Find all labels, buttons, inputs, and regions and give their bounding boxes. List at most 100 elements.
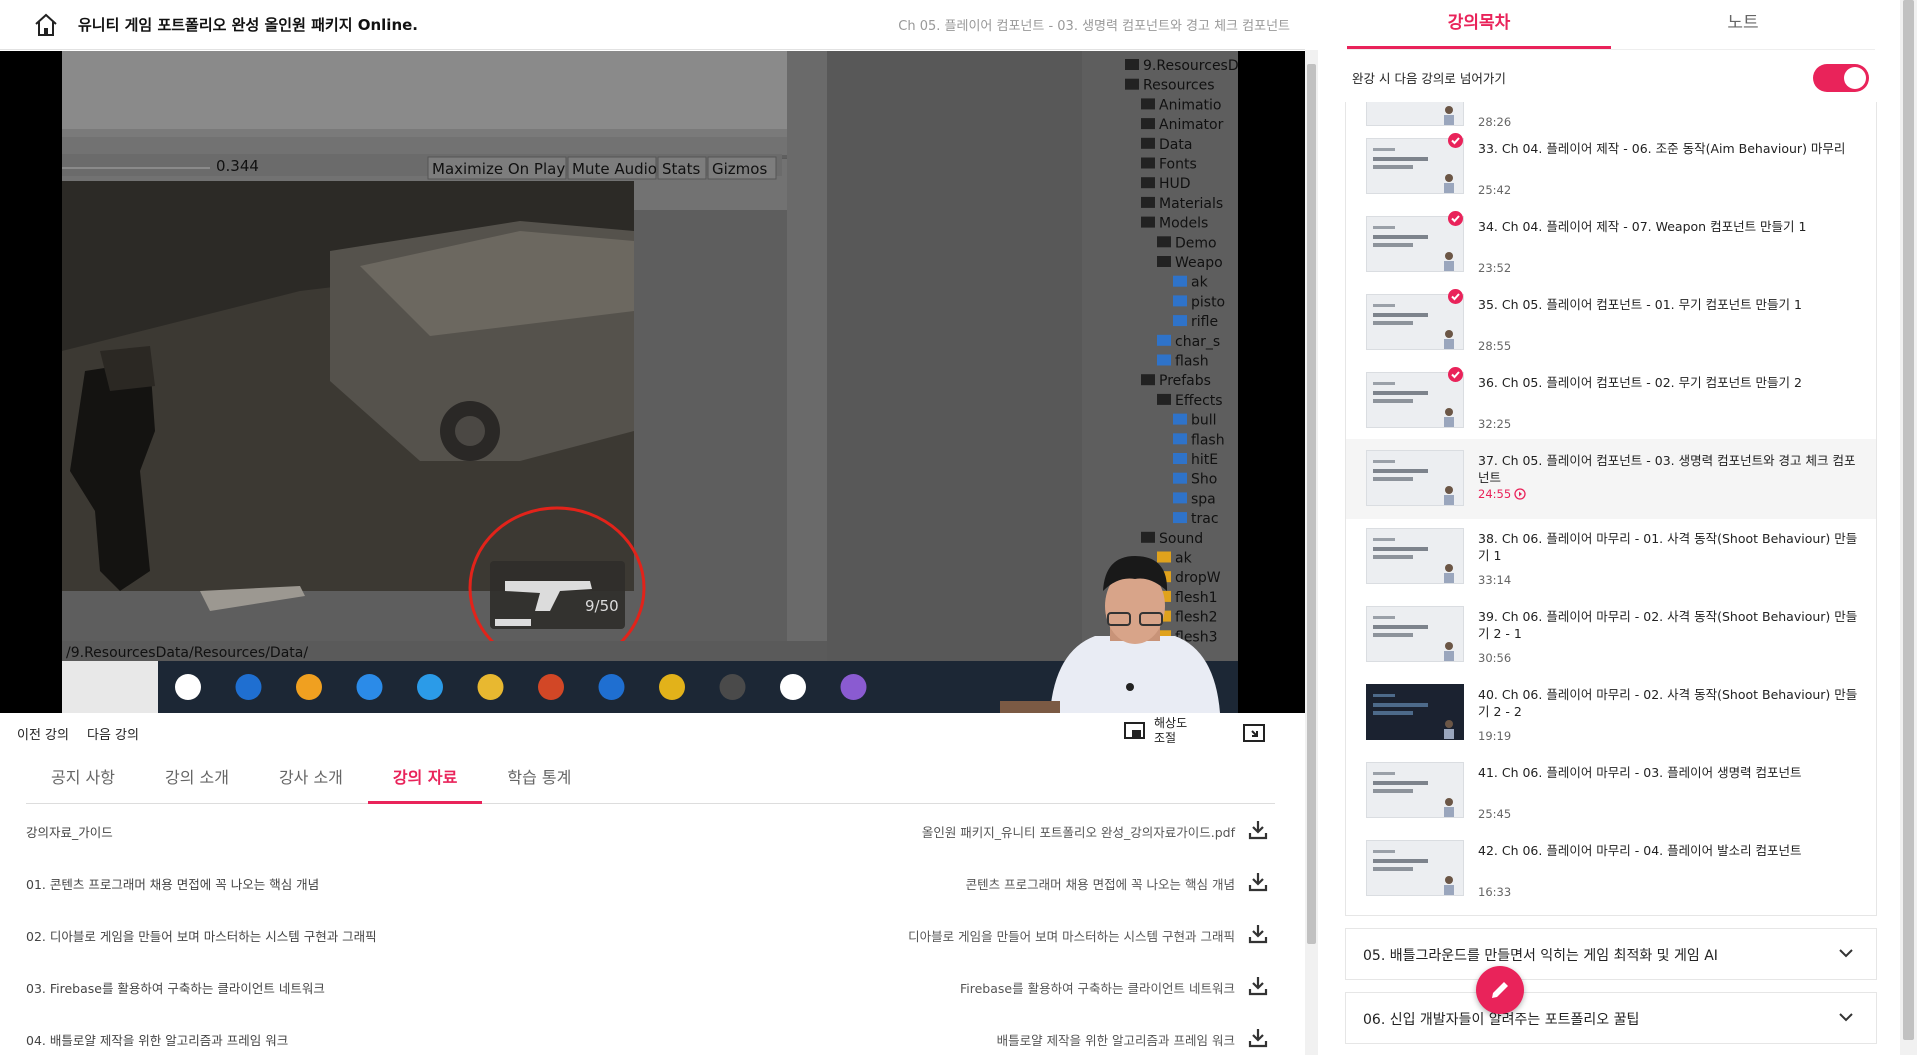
- lecture-duration: 16:33: [1478, 885, 1512, 899]
- material-file[interactable]: 콘텐츠 프로그래머 채용 면접에 꼭 나오는 핵심 개념: [966, 874, 1235, 893]
- download-icon[interactable]: [1247, 871, 1269, 893]
- folder-icon: [1141, 531, 1155, 543]
- lecture-duration: 25:42: [1478, 183, 1512, 197]
- lecture-item[interactable]: 36. Ch 05. 플레이어 컴포넌트 - 02. 무기 컴포넌트 만들기 2…: [1346, 361, 1876, 439]
- lecture-title: 38. Ch 06. 플레이어 마무리 - 01. 사격 동작(Shoot Be…: [1478, 531, 1858, 563]
- download-icon[interactable]: [1247, 975, 1269, 997]
- tab-stats[interactable]: 학습 통계: [482, 755, 596, 804]
- hierarchy-item: flash: [1191, 432, 1225, 448]
- material-file[interactable]: Firebase를 활용하여 구축하는 클라이언트 네트워크: [960, 978, 1235, 997]
- chapter-title: Ch 05. 플레이어 컴포넌트 - 03. 생명력 컴포넌트와 경고 체크 컴…: [898, 19, 1290, 34]
- hierarchy-item: hitE: [1191, 452, 1218, 468]
- folder-icon: [1125, 78, 1139, 90]
- lecture-thumbnail: [1366, 762, 1464, 818]
- course-title: 유니티 게임 포트폴리오 완성 올인원 패키지 Online.: [78, 16, 418, 34]
- tab-notice[interactable]: 공지 사항: [26, 755, 140, 804]
- toggle-knob: [1844, 67, 1866, 89]
- hierarchy-item: ak: [1191, 275, 1209, 291]
- download-icon[interactable]: [1247, 923, 1269, 945]
- main-scroll-thumb[interactable]: [1307, 64, 1316, 944]
- tab-notes[interactable]: 노트: [1611, 0, 1875, 49]
- cube-icon: [1173, 433, 1187, 445]
- audio-icon: [1157, 551, 1171, 563]
- lecture-item-current[interactable]: 37. Ch 05. 플레이어 컴포넌트 - 03. 생명력 컴포넌트와 경고 …: [1346, 439, 1876, 519]
- hierarchy-item: HUD: [1159, 176, 1191, 192]
- obs-icon: [719, 674, 746, 700]
- hierarchy-item: Resources: [1143, 78, 1215, 94]
- main-scrollbar[interactable]: [1305, 50, 1318, 1055]
- material-file[interactable]: 올인원 패키지_유니티 포트폴리오 완성_강의자료가이드.pdf: [922, 822, 1235, 841]
- unity-toolbar-label: Stats: [662, 160, 700, 178]
- lecture-item[interactable]: 34. Ch 04. 플레이어 제작 - 07. Weapon 컴포넌트 만들기…: [1346, 205, 1876, 283]
- hierarchy-item: bull: [1191, 413, 1217, 429]
- folder-icon: [1157, 393, 1171, 405]
- hierarchy-item: Data: [1159, 137, 1192, 153]
- lecture-title: 34. Ch 04. 플레이어 제작 - 07. Weapon 컴포넌트 만들기…: [1478, 219, 1807, 234]
- material-file[interactable]: 배틀로얄 제작을 위한 알고리즘과 프레임 워크: [997, 1030, 1235, 1049]
- lecture-title: 39. Ch 06. 플레이어 마무리 - 02. 사격 동작(Shoot Be…: [1478, 609, 1858, 641]
- tab-instructor[interactable]: 강사 소개: [254, 755, 368, 804]
- section-item[interactable]: 05. 배틀그라운드를 만들면서 익히는 게임 최적화 및 게임 AI: [1345, 928, 1877, 980]
- task-view-icon: [175, 674, 201, 700]
- expand-icon[interactable]: [1242, 722, 1266, 744]
- header-bar: 유니티 게임 포트폴리오 완성 올인원 패키지 Online. Ch 05. 플…: [0, 0, 1305, 50]
- section-item[interactable]: 06. 신입 개발자들이 알려주는 포트폴리오 꿀팁: [1345, 992, 1877, 1044]
- lecture-item[interactable]: 41. Ch 06. 플레이어 마무리 - 03. 플레이어 생명력 컴포넌트 2…: [1346, 751, 1876, 829]
- unity-toolbar-label: Mute Audio: [572, 160, 657, 178]
- material-title: 강의자료_가이드: [26, 825, 113, 840]
- lecture-title: 41. Ch 06. 플레이어 마무리 - 03. 플레이어 생명력 컴포넌트: [1478, 765, 1802, 780]
- material-title: 03. Firebase를 활용하여 구축하는 클라이언트 네트워크: [26, 981, 325, 996]
- lecture-item[interactable]: 40. Ch 06. 플레이어 마무리 - 02. 사격 동작(Shoot Be…: [1346, 673, 1876, 751]
- hierarchy-item: Animator: [1159, 117, 1224, 133]
- lecture-item[interactable]: 39. Ch 06. 플레이어 마무리 - 02. 사격 동작(Shoot Be…: [1346, 595, 1876, 673]
- lecture-item[interactable]: 42. Ch 06. 플레이어 마무리 - 04. 플레이어 발소리 컴포넌트 1…: [1346, 829, 1876, 907]
- prev-lecture-button[interactable]: 이전 강의: [17, 724, 69, 743]
- note-fab-button[interactable]: [1476, 966, 1524, 1014]
- lecture-item[interactable]: 33. Ch 04. 플레이어 제작 - 06. 조준 동작(Aim Behav…: [1346, 127, 1876, 205]
- download-icon[interactable]: [1247, 819, 1269, 841]
- main-column: 유니티 게임 포트폴리오 완성 올인원 패키지 Online. Ch 05. 플…: [0, 0, 1305, 1055]
- lecture-title: 33. Ch 04. 플레이어 제작 - 06. 조준 동작(Aim Behav…: [1478, 141, 1846, 156]
- sidebar-scrollbar[interactable]: [1900, 0, 1917, 1055]
- hierarchy-item: rifle: [1191, 314, 1218, 330]
- player-controls: 이전 강의 다음 강의 해상도 조절: [0, 714, 1305, 752]
- hierarchy-item: Sound: [1159, 531, 1203, 547]
- hierarchy-item: Weapo: [1175, 255, 1223, 271]
- folder-icon: [1157, 256, 1171, 267]
- lecture-duration: 23:52: [1478, 261, 1512, 275]
- hierarchy-item: Models: [1159, 216, 1208, 232]
- folder-icon: [1141, 98, 1155, 110]
- lecture-item[interactable]: 35. Ch 05. 플레이어 컴포넌트 - 01. 무기 컴포넌트 만들기 1…: [1346, 283, 1876, 361]
- sidebar: 강의목차 노트 완강 시 다음 강의로 넘어가기 28:26 33. Ch 04.…: [1335, 0, 1917, 1055]
- resolution-button[interactable]: 해상도 조절: [1124, 716, 1194, 746]
- cube-icon: [1173, 275, 1187, 287]
- material-title: 02. 디아블로 게임을 만들어 보며 마스터하는 시스템 구현과 그래픽: [26, 929, 377, 944]
- explorer-icon: [477, 674, 504, 700]
- resolution-label: 해상도 조절: [1154, 716, 1188, 745]
- video-player[interactable]: 0.344 Maximize On Play Mute Audio Stats Giz…: [0, 51, 1305, 713]
- material-file[interactable]: 디아블로 게임을 만들어 보며 마스터하는 시스템 구현과 그래픽: [908, 926, 1235, 945]
- tab-curriculum[interactable]: 강의목차: [1347, 0, 1611, 49]
- material-row: 강의자료_가이드 올인원 패키지_유니티 포트폴리오 완성_강의자료가이드.pd…: [26, 808, 1275, 860]
- asset-path: /9.ResourcesData/Resources/Data/: [66, 645, 308, 661]
- lecture-duration: 33:14: [1478, 573, 1512, 587]
- tab-materials[interactable]: 강의 자료: [367, 755, 483, 804]
- download-icon[interactable]: [1247, 1027, 1269, 1049]
- tab-intro[interactable]: 강의 소개: [140, 755, 254, 804]
- cube-icon: [1157, 354, 1171, 366]
- home-icon[interactable]: [32, 11, 60, 39]
- lecture-thumbnail: [1366, 684, 1464, 740]
- lecture-duration: 25:45: [1478, 807, 1512, 821]
- lecture-list: 28:26 33. Ch 04. 플레이어 제작 - 06. 조준 동작(Aim …: [1345, 102, 1877, 916]
- pencil-icon: [1492, 982, 1508, 998]
- lecture-item[interactable]: 38. Ch 06. 플레이어 마무리 - 01. 사격 동작(Shoot Be…: [1346, 517, 1876, 595]
- lecture-duration: 28:55: [1478, 339, 1512, 353]
- lecture-title: 42. Ch 06. 플레이어 마무리 - 04. 플레이어 발소리 컴포넌트: [1478, 843, 1802, 858]
- playing-icon: [1514, 488, 1526, 500]
- hierarchy-item: spa: [1191, 491, 1216, 507]
- ammo-count: 9/50: [585, 597, 619, 615]
- lecture-title: 35. Ch 05. 플레이어 컴포넌트 - 01. 무기 컴포넌트 만들기 1: [1478, 297, 1802, 312]
- autoplay-toggle[interactable]: [1813, 64, 1869, 92]
- next-lecture-button[interactable]: 다음 강의: [87, 724, 139, 743]
- sidebar-scroll-thumb[interactable]: [1903, 0, 1914, 1040]
